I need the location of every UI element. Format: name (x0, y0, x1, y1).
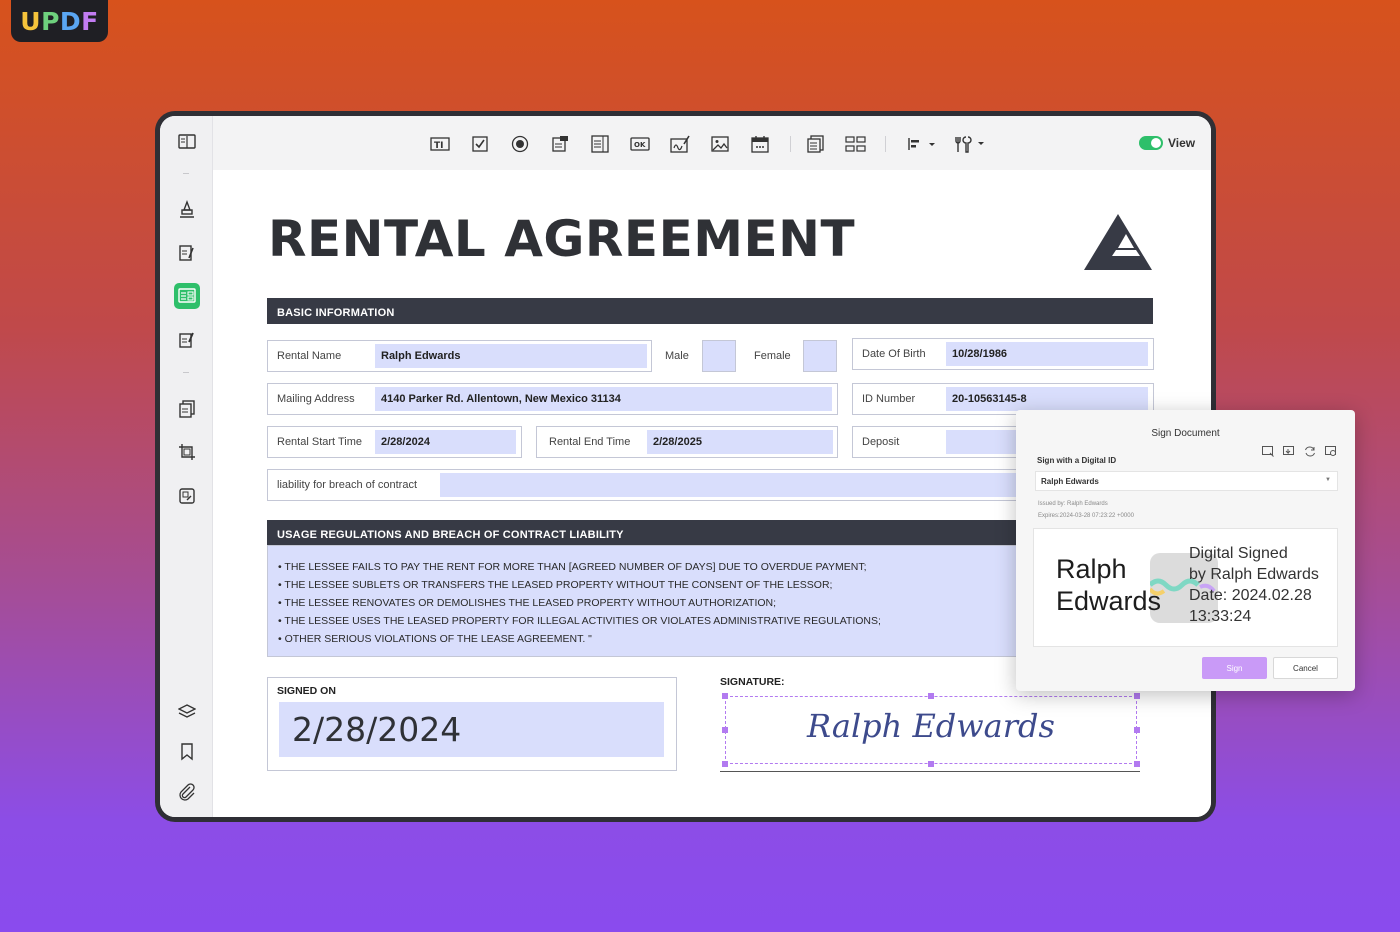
bookmark-icon[interactable] (174, 739, 200, 765)
rental-start-input[interactable]: 2/28/2024 (375, 430, 516, 454)
checkbox-icon[interactable] (469, 133, 491, 155)
triangle-logo-icon (1084, 214, 1152, 270)
dob-input[interactable]: 10/28/1986 (946, 342, 1148, 366)
preview-name: Ralph Edwards (1056, 553, 1161, 617)
liability-label: liability for breach of contract (277, 479, 418, 491)
fill-sign-icon[interactable] (174, 327, 200, 353)
signature-preview: Ralph Edwards Digital Signed by Ralph Edw… (1033, 528, 1338, 647)
rental-end-label: Rental End Time (549, 436, 631, 448)
reader-icon[interactable] (174, 129, 200, 155)
dialog-title: Sign Document (1151, 428, 1220, 439)
layers-icon[interactable] (174, 699, 200, 725)
view-toggle[interactable] (1139, 136, 1163, 150)
resize-handle[interactable] (722, 761, 728, 767)
resize-handle[interactable] (928, 693, 934, 699)
signature-field[interactable]: Ralph Edwards (722, 693, 1140, 767)
dropdown-icon[interactable] (549, 133, 571, 155)
import-id-icon[interactable] (1283, 446, 1295, 457)
female-checkbox[interactable] (803, 340, 837, 372)
page-tools-icon[interactable] (174, 483, 200, 509)
mailing-address-input[interactable]: 4140 Parker Rd. Allentown, New Mexico 31… (375, 387, 832, 411)
preview-info: Digital Signed by Ralph Edwards Date: 20… (1189, 545, 1319, 625)
signature-field-icon[interactable] (669, 133, 691, 155)
manage-id-icon[interactable] (1325, 446, 1337, 457)
rule-item: THE LESSEE FAILS TO PAY THE RENT FOR MOR… (278, 558, 1142, 576)
rental-name-label: Rental Name (277, 350, 342, 362)
preview-name-line: Ralph (1056, 554, 1127, 584)
resize-handle[interactable] (722, 727, 728, 733)
rental-start-label: Rental Start Time (277, 436, 362, 448)
tools-icon[interactable] (953, 133, 987, 155)
signature-line (720, 771, 1140, 772)
highlighter-icon[interactable] (174, 196, 200, 222)
rule-item: THE LESSEE SUBLETS OR TRANSFERS THE LEAS… (278, 576, 1142, 594)
prepare-form-icon[interactable] (174, 283, 200, 309)
radio-button-icon[interactable] (509, 133, 531, 155)
rental-start-field[interactable]: Rental Start Time 2/28/2024 (267, 426, 522, 458)
signed-on-label: SIGNED ON (277, 685, 336, 697)
document-title: RENTAL AGREEMENT (268, 210, 856, 268)
issued-by-text: Issued by: Ralph Edwards (1038, 501, 1108, 507)
id-number-label: ID Number (862, 393, 916, 405)
preview-name-line: Edwards (1056, 586, 1162, 616)
resize-handle[interactable] (1134, 761, 1140, 767)
id-number-input[interactable]: 20-10563145-8 (946, 387, 1148, 411)
date-field-icon[interactable] (749, 133, 771, 155)
text-field-icon[interactable]: TI (429, 133, 451, 155)
left-sidebar (160, 116, 213, 817)
add-id-icon[interactable] (1262, 446, 1274, 457)
deposit-label: Deposit (862, 436, 900, 448)
rule-item: THE LESSEE USES THE LEASED PROPERTY FOR … (278, 612, 1142, 630)
image-field-icon[interactable] (709, 133, 731, 155)
rule-item: OTHER SERIOUS VIOLATIONS OF THE LEASE AG… (278, 630, 1142, 648)
organize-pages-icon[interactable] (174, 396, 200, 422)
signature-label: SIGNATURE: (720, 676, 785, 688)
view-label: View (1168, 136, 1196, 150)
sign-document-dialog: Sign Document Sign with a Digital ID Ral… (1016, 410, 1355, 691)
updf-logo: UPDF (11, 0, 108, 42)
digital-id-label: Sign with a Digital ID (1037, 456, 1117, 465)
dob-field[interactable]: Date Of Birth 10/28/1986 (852, 338, 1154, 370)
attachment-icon[interactable] (174, 779, 200, 805)
digital-id-select[interactable]: Ralph Edwards ▼ (1035, 471, 1338, 491)
male-label: Male (665, 350, 689, 362)
form-toolbar: TI OK View (213, 116, 1211, 170)
chevron-down-icon: ▼ (1325, 477, 1331, 483)
female-label: Female (754, 350, 791, 362)
dob-label: Date Of Birth (862, 348, 926, 360)
list-box-icon[interactable] (589, 133, 611, 155)
resize-handle[interactable] (1134, 727, 1140, 733)
crop-icon[interactable] (174, 439, 200, 465)
form-recognition-icon[interactable] (805, 133, 827, 155)
resize-handle[interactable] (928, 761, 934, 767)
rental-end-input[interactable]: 2/28/2025 (647, 430, 833, 454)
rental-name-input[interactable]: Ralph Edwards (375, 344, 647, 368)
rule-item: THE LESSEE RENOVATES OR DEMOLISHES THE L… (278, 594, 1142, 612)
mailing-address-field[interactable]: Mailing Address 4140 Parker Rd. Allentow… (267, 383, 838, 415)
mailing-address-label: Mailing Address (277, 393, 355, 405)
signed-on-field[interactable]: SIGNED ON 2/28/2024 (267, 677, 677, 771)
signed-on-input[interactable]: 2/28/2024 (279, 702, 664, 757)
svg-text:TI: TI (434, 141, 444, 151)
align-icon[interactable] (905, 133, 939, 155)
svg-text:OK: OK (634, 141, 646, 149)
selected-digital-id: Ralph Edwards (1041, 477, 1099, 486)
edit-pdf-icon[interactable] (174, 240, 200, 266)
cancel-button[interactable]: Cancel (1273, 657, 1338, 679)
sign-button[interactable]: Sign (1202, 657, 1267, 679)
button-icon[interactable]: OK (629, 133, 651, 155)
male-checkbox[interactable] (702, 340, 736, 372)
expires-text: Expires:2024-03-28 07:23:22 +0000 (1038, 513, 1134, 519)
basic-info-header: BASIC INFORMATION (267, 298, 1153, 324)
handwritten-signature: Ralph Edwards (807, 707, 1055, 745)
rental-name-field[interactable]: Rental Name Ralph Edwards (267, 340, 652, 372)
resize-handle[interactable] (722, 693, 728, 699)
refresh-icon[interactable] (1304, 446, 1316, 457)
resize-handle[interactable] (1134, 693, 1140, 699)
rental-end-field[interactable]: Rental End Time 2/28/2025 (536, 426, 838, 458)
grid-icon[interactable] (845, 133, 867, 155)
